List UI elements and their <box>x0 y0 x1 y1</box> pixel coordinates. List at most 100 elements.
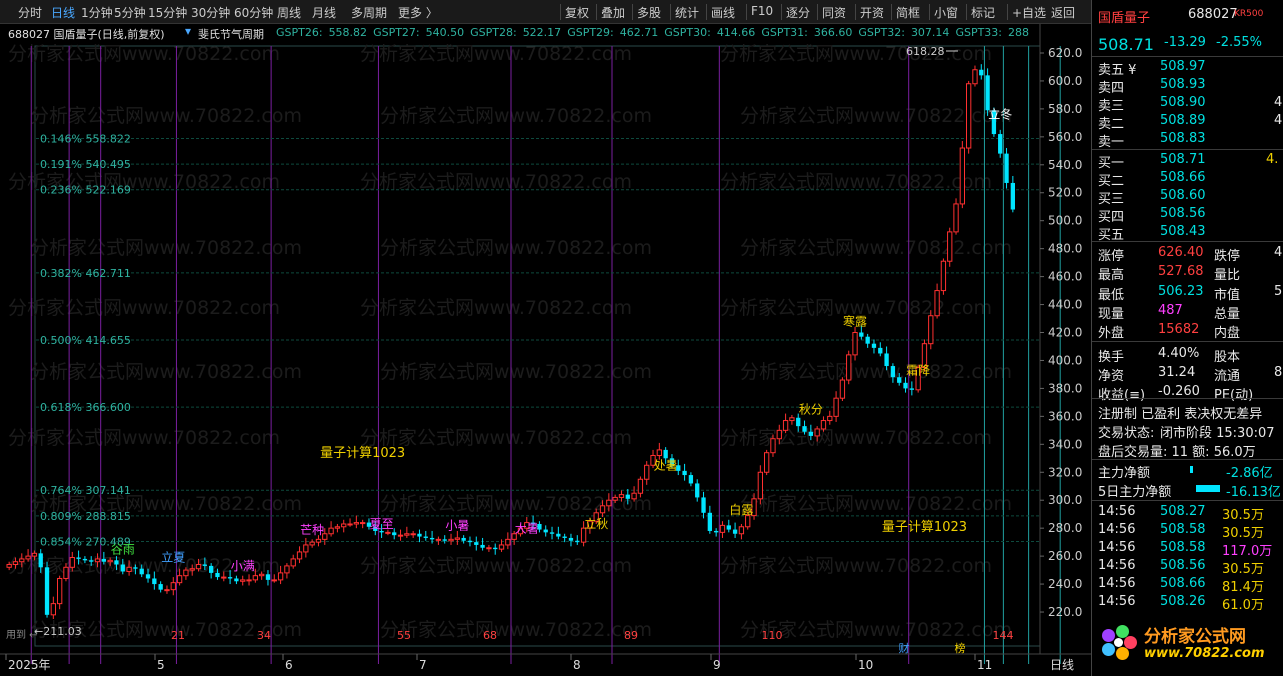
x-tick-label: 9 <box>713 658 721 672</box>
candle-body <box>568 537 574 541</box>
main-flow-bar <box>1190 466 1193 473</box>
candle-body <box>505 538 511 546</box>
ask-row: 卖四 508.93 <box>1092 76 1283 96</box>
toolbar-divider <box>1007 4 1008 20</box>
toolbar-divider <box>817 4 818 20</box>
candle-body <box>764 452 770 473</box>
y-tick-label: 340.0 <box>1048 437 1082 451</box>
toolbar-button[interactable]: 开资 <box>860 4 884 21</box>
ask-price: 508.97 <box>1160 59 1206 74</box>
period-tab[interactable]: 周线 <box>277 4 301 21</box>
watermark-text: 分析家公式网www.70822.com <box>380 105 652 127</box>
bid-row: 买五 508.43 <box>1092 223 1283 243</box>
tick-price: 508.66 <box>1160 576 1206 591</box>
x-tick-label: 10 <box>858 658 873 672</box>
toolbar-button[interactable]: 多股 <box>637 4 661 21</box>
toolbar-button[interactable]: F10 <box>751 4 773 18</box>
period-tab[interactable]: 60分钟 <box>234 4 273 21</box>
solar-term-label: 谷雨 <box>111 542 135 556</box>
main-flow5-row: 5日主力净额 -16.13亿 <box>1092 480 1283 500</box>
stat-label: 收益(≡) <box>1098 388 1146 404</box>
candle-body <box>82 558 88 561</box>
period-tab[interactable]: 月线 <box>312 4 336 21</box>
toolbar-button[interactable]: +自选 <box>1012 4 1046 21</box>
back-button[interactable]: 返回 <box>1051 4 1075 21</box>
candle-body <box>871 343 877 348</box>
toolbar-button[interactable]: 逐分 <box>786 4 810 21</box>
price-change: -13.29 <box>1164 35 1206 50</box>
toolbar-button[interactable]: 同资 <box>822 4 846 21</box>
toolbar-button[interactable]: 画线 <box>711 4 735 21</box>
candle-body <box>644 464 650 480</box>
period-tab[interactable]: 30分钟 <box>191 4 230 21</box>
watermark-text: 分析家公式网www.70822.com <box>360 555 632 577</box>
toolbar-button[interactable]: 小窗 <box>934 4 958 21</box>
solar-term-label: 夏至 <box>370 517 394 531</box>
tick-row: 14:56 508.58 117.0万 <box>1092 539 1283 559</box>
stat-value: -0.260 <box>1158 384 1200 400</box>
candle-body <box>309 541 315 546</box>
candle-body <box>423 536 428 538</box>
toolbar-divider <box>560 4 561 20</box>
watermark-text: 分析家公式网www.70822.com <box>720 427 992 449</box>
ask-price: 508.89 <box>1160 113 1206 128</box>
candle-body <box>158 584 163 590</box>
period-tab[interactable]: 15分钟 <box>148 4 187 21</box>
y-tick-label: 220.0 <box>1048 605 1082 619</box>
divider <box>1092 500 1283 501</box>
watermark-text: 分析家公式网www.70822.com <box>30 361 302 383</box>
toolbar-button[interactable]: 复权 <box>565 4 589 21</box>
y-tick-label: 420.0 <box>1048 326 1082 340</box>
toolbar-button[interactable]: 叠加 <box>601 4 625 21</box>
high-price-label: 618.28 <box>906 45 945 58</box>
stat-label: 最高 <box>1098 268 1125 284</box>
tick-volume: 61.0万 <box>1222 598 1264 613</box>
solar-term-label: 芒种 <box>300 522 324 537</box>
candle-body <box>164 589 170 592</box>
trade-status-row: 交易状态: 闭市阶段 15:30:07 <box>1092 421 1283 441</box>
period-tab[interactable]: 5分钟 <box>114 4 146 21</box>
main-flow5-bar <box>1196 485 1220 492</box>
candle-body <box>76 557 81 559</box>
stat-label: 净资 <box>1098 368 1125 384</box>
main-flow5-label: 5日主力净额 <box>1098 485 1172 500</box>
period-tab[interactable]: 分时 <box>18 4 42 21</box>
candle-body <box>486 547 492 550</box>
period-tab[interactable]: 多周期 <box>351 4 387 21</box>
dropdown-icon: ▾ <box>185 24 192 38</box>
candle-body <box>890 366 896 378</box>
period-tab[interactable]: 更多 〉 <box>398 4 438 21</box>
candle-body <box>493 547 498 550</box>
candle-body <box>972 69 978 85</box>
kline-chart[interactable]: 分析家公式网www.70822.com 分析家公式网www.70822.com 分析… <box>0 24 1091 676</box>
toolbar-button[interactable]: 统计 <box>675 4 699 21</box>
flower-petal <box>1115 624 1129 638</box>
candle-body <box>328 527 334 535</box>
candle-body <box>315 538 322 543</box>
toolbar-button[interactable]: 标记 <box>971 4 995 21</box>
tick-row: 14:56 508.27 30.5万 <box>1092 503 1283 523</box>
toolbar-button[interactable]: 简框 <box>896 4 920 21</box>
stock-code: 688027 <box>1188 7 1238 22</box>
stat-value: 506.23 <box>1158 283 1204 299</box>
quote-header: 国盾量子 688027 KR500 <box>1092 6 1283 26</box>
main-flow5-value: -16.13亿 <box>1226 485 1281 500</box>
y-tick-label: 560.0 <box>1048 130 1082 144</box>
candle-body <box>827 415 833 422</box>
candle-body <box>719 524 726 533</box>
bid-row: 买三 508.60 <box>1092 187 1283 207</box>
tick-price: 508.58 <box>1160 540 1206 555</box>
low-price-label: ←211.03 <box>34 625 82 638</box>
candle-body <box>341 523 347 528</box>
ask-row: 卖三 508.90 4 <box>1092 94 1283 114</box>
solar-term-label: 立夏 <box>161 550 185 565</box>
period-tab[interactable]: 1分钟 <box>81 4 113 21</box>
candle-body <box>839 379 846 399</box>
period-tab[interactable]: 日线 <box>51 4 75 21</box>
registration-info: 注册制 已盈利 表决权无差异 <box>1098 407 1263 422</box>
tick-time: 14:56 <box>1098 576 1136 591</box>
tick-time: 14:56 <box>1098 540 1136 555</box>
bid-row: 买一 508.71 4. <box>1092 151 1283 171</box>
fib-level-label: 0.191% 540.495 <box>40 158 131 171</box>
candle-body <box>820 420 827 430</box>
